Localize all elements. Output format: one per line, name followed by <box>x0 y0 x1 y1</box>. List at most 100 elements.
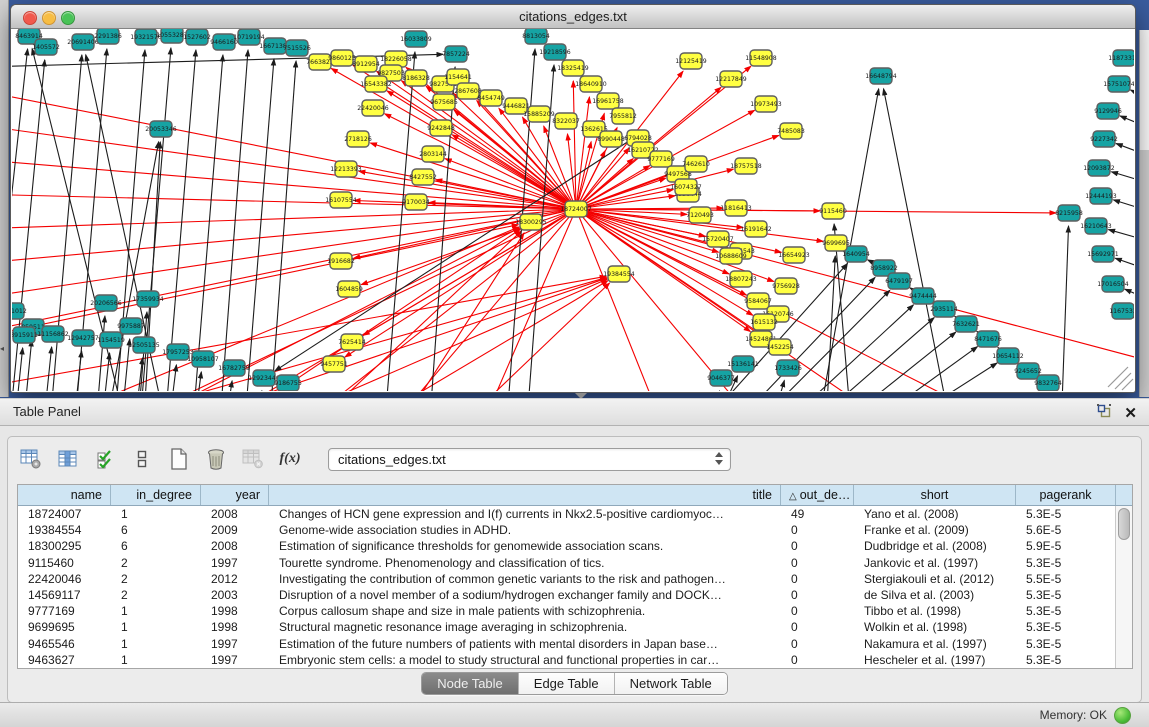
table-row[interactable]: 2242004622012Investigating the contribut… <box>18 571 1116 587</box>
table-cell[interactable]: 9463627 <box>18 652 111 668</box>
table-cell[interactable]: 19384554 <box>18 522 111 538</box>
red-edge[interactable] <box>576 97 589 209</box>
resize-grip-icon[interactable] <box>1108 367 1128 387</box>
table-cell[interactable]: 0 <box>781 619 854 635</box>
show-columns-icon[interactable] <box>55 447 81 471</box>
black-edge[interactable] <box>94 316 105 391</box>
hide-rows-icon[interactable] <box>129 447 155 471</box>
yellow-graph-node[interactable]: 7120493 <box>686 207 714 223</box>
teal-graph-node[interactable]: 9186755 <box>274 375 302 391</box>
black-edge[interactable] <box>1060 226 1069 391</box>
create-column-icon[interactable] <box>166 447 192 471</box>
yellow-graph-node[interactable]: 16191642 <box>740 221 772 237</box>
table-cell[interactable]: 1 <box>111 636 201 652</box>
yellow-graph-node[interactable]: 10973493 <box>750 96 782 112</box>
table-cell[interactable]: Franke et al. (2009) <box>854 522 1016 538</box>
table-cell[interactable]: Tibbo et al. (1998) <box>854 603 1016 619</box>
table-cell[interactable]: 1 <box>111 652 201 668</box>
column-header-title[interactable]: title <box>269 485 781 505</box>
table-cell[interactable]: 5.3E-5 <box>1016 587 1116 603</box>
teal-graph-node[interactable]: 10958107 <box>187 351 219 367</box>
teal-graph-node[interactable]: 16782759 <box>218 360 250 376</box>
table-cell[interactable]: 9699695 <box>18 619 111 635</box>
table-cell[interactable]: 5.3E-5 <box>1016 652 1116 668</box>
table-cell[interactable]: 1997 <box>201 555 269 571</box>
table-cell[interactable]: Stergiakouli et al. (2012) <box>854 571 1016 587</box>
table-cell[interactable]: 6 <box>111 522 201 538</box>
table-cell[interactable]: 0 <box>781 555 854 571</box>
delete-column-icon[interactable] <box>203 447 229 471</box>
teal-graph-node[interactable]: 16648794 <box>865 68 897 84</box>
yellow-graph-node[interactable]: 7625414 <box>338 334 366 350</box>
table-cell[interactable]: 0 <box>781 636 854 652</box>
teal-graph-node[interactable]: 9474444 <box>909 288 937 304</box>
table-cell[interactable]: 2 <box>111 555 201 571</box>
column-header-out_de[interactable]: △out_de… <box>781 485 854 505</box>
table-cell[interactable]: Jankovic et al. (1997) <box>854 555 1016 571</box>
red-edge[interactable] <box>12 209 576 264</box>
black-edge[interactable] <box>1120 116 1134 129</box>
table-row[interactable]: 911546021997Tourette syndrome. Phenomeno… <box>18 555 1116 571</box>
black-edge[interactable] <box>1125 289 1134 301</box>
yellow-graph-node[interactable]: 9756928 <box>772 278 800 294</box>
teal-graph-node[interactable]: 1167533 <box>1109 303 1134 319</box>
table-cell[interactable]: 2008 <box>201 506 269 522</box>
table-cell[interactable]: de Silva et al. (2003) <box>854 587 1016 603</box>
table-cell[interactable]: Wolkin et al. (1998) <box>854 619 1016 635</box>
table-cell[interactable]: Yano et al. (2008) <box>854 506 1016 522</box>
black-edge[interactable] <box>762 380 784 391</box>
yellow-graph-node[interactable]: 7955812 <box>609 108 637 124</box>
table-cell[interactable]: 2012 <box>201 571 269 587</box>
teal-graph-node[interactable]: 11156862 <box>37 326 69 342</box>
table-cell[interactable]: 22420046 <box>18 571 111 587</box>
teal-graph-node[interactable]: 2935114 <box>930 301 958 317</box>
table-cell[interactable]: 0 <box>781 522 854 538</box>
table-cell[interactable]: 1 <box>111 603 201 619</box>
yellow-graph-node[interactable]: 9457751 <box>320 356 348 372</box>
yellow-graph-node[interactable]: 15885209 <box>523 106 555 122</box>
collapse-arrow-icon[interactable]: ◂ <box>0 344 4 353</box>
teal-graph-node[interactable]: 11873318 <box>1108 50 1134 66</box>
yellow-graph-node[interactable]: 16654923 <box>778 247 810 263</box>
table-cell[interactable]: 2009 <box>201 522 269 538</box>
yellow-graph-node[interactable]: 18724007 <box>560 201 592 217</box>
table-cell[interactable]: 2 <box>111 571 201 587</box>
table-cell[interactable]: 0 <box>781 603 854 619</box>
table-row[interactable]: 1830029562008Estimation of significance … <box>18 538 1116 554</box>
table-cell[interactable]: 9115460 <box>18 555 111 571</box>
column-header-name[interactable]: name <box>18 485 111 505</box>
yellow-graph-node[interactable]: 8990448 <box>597 131 625 147</box>
yellow-graph-node[interactable]: 15720407 <box>702 231 734 247</box>
table-row[interactable]: 969969511998Structural magnetic resonanc… <box>18 619 1116 635</box>
table-cell[interactable]: 0 <box>781 587 854 603</box>
black-edge[interactable] <box>190 55 223 391</box>
function-builder-icon[interactable]: f(x) <box>277 447 303 471</box>
yellow-graph-node[interactable]: 16543382 <box>360 76 392 92</box>
teal-graph-node[interactable]: 3915911 <box>12 327 38 343</box>
black-edge[interactable] <box>1115 258 1134 271</box>
teal-graph-node[interactable]: 1405572 <box>32 39 60 55</box>
red-edge[interactable] <box>576 209 672 391</box>
black-edge[interactable] <box>242 59 274 391</box>
yellow-graph-node[interactable]: 22420046 <box>357 100 389 116</box>
tab-edge-table[interactable]: Edge Table <box>519 673 615 694</box>
teal-graph-node[interactable]: 16033809 <box>400 31 432 47</box>
yellow-graph-node[interactable]: 16107554 <box>325 192 357 208</box>
yellow-graph-node[interactable]: 18325419 <box>557 60 589 76</box>
table-row[interactable]: 1872400712008Changes of HCN gene express… <box>18 506 1116 522</box>
black-edge[interactable] <box>41 347 52 391</box>
teal-graph-node[interactable]: 9129946 <box>1094 103 1122 119</box>
tab-network-table[interactable]: Network Table <box>615 673 727 694</box>
yellow-graph-node[interactable]: 12125419 <box>675 53 707 69</box>
table-cell[interactable]: 5.5E-5 <box>1016 571 1116 587</box>
table-cell[interactable]: Estimation of significance thresholds fo… <box>269 538 781 554</box>
teal-graph-node[interactable]: 7857224 <box>442 46 470 62</box>
column-header-pagerank[interactable]: pagerank <box>1016 485 1116 505</box>
teal-graph-node[interactable]: 1527602 <box>183 29 211 45</box>
black-edge[interactable] <box>884 89 957 391</box>
yellow-graph-node[interactable]: 18807243 <box>725 271 757 287</box>
yellow-graph-node[interactable]: 9242848 <box>427 120 455 136</box>
teal-graph-node[interactable]: 8471676 <box>974 331 1002 347</box>
table-cell[interactable]: 1 <box>111 506 201 522</box>
teal-graph-node[interactable]: 12093872 <box>1083 160 1115 176</box>
